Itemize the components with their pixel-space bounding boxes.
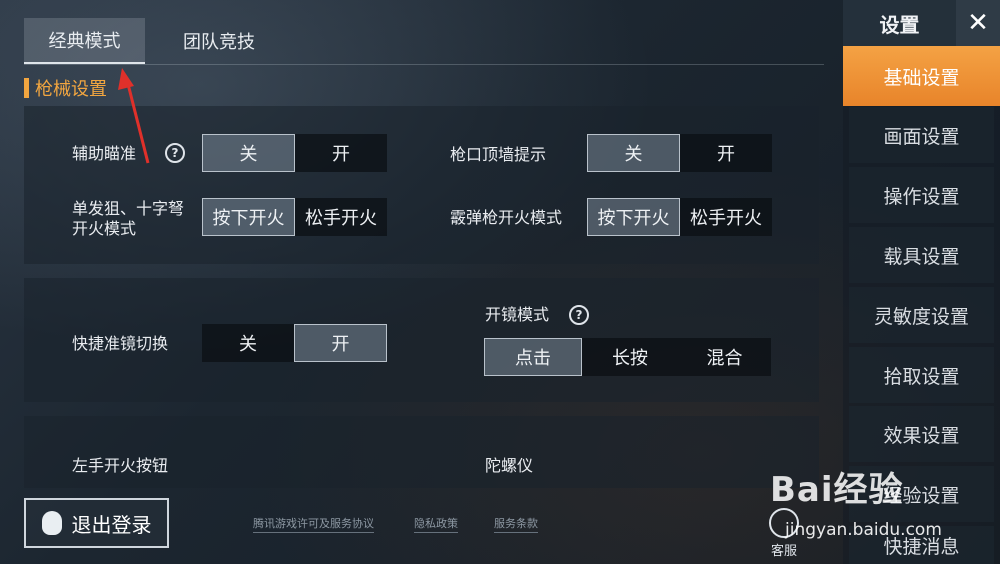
sidebar-item-pickup[interactable]: 拾取设置 [849,347,994,403]
sidebar-title: 设置 [843,0,956,46]
sidebar-item-graphics[interactable]: 画面设置 [849,107,994,163]
sidebar-item-effects[interactable]: 效果设置 [849,406,994,462]
sidebar-item-basic[interactable]: 基础设置 [843,46,1000,106]
license-agreement-link[interactable]: 腾讯游戏许可及服务协议 [253,515,374,533]
baidu-watermark-url: jingyan.baidu.com [785,520,942,540]
privacy-policy-link[interactable]: 隐私政策 [414,515,458,533]
sidebar-item-sensitivity[interactable]: 灵敏度设置 [849,287,994,343]
sidebar-item-vehicle[interactable]: 载具设置 [849,227,994,283]
baidu-watermark-logo: Bai经验 [770,470,904,510]
logout-button[interactable]: 退出登录 [24,498,169,548]
terms-of-service-link[interactable]: 服务条款 [494,515,538,533]
qq-penguin-icon [41,511,62,535]
customer-service-label: 客服 [770,544,797,559]
sidebar-item-controls[interactable]: 操作设置 [849,167,994,223]
logout-label: 退出登录 [71,512,152,537]
close-icon[interactable]: ✕ [956,0,1000,46]
